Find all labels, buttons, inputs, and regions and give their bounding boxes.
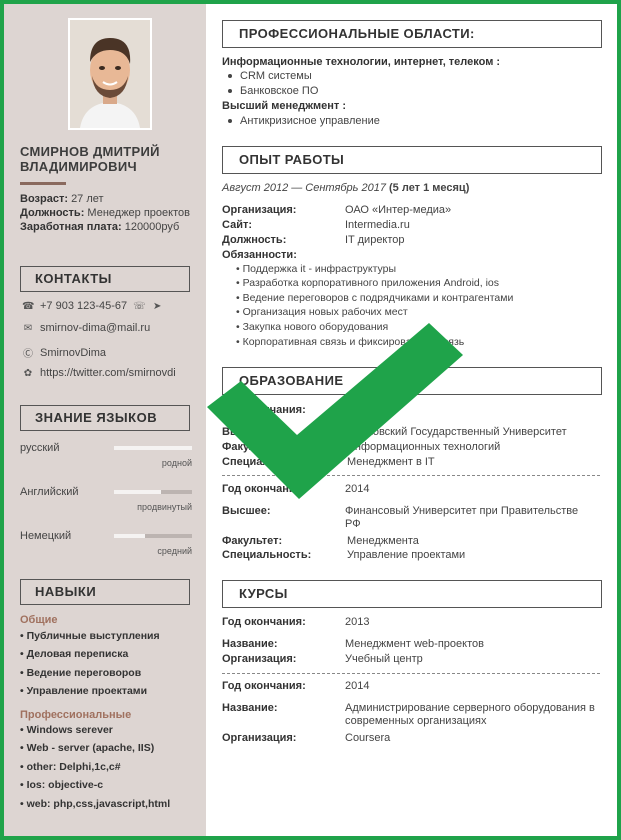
site-value[interactable]: Intermedia.ru xyxy=(345,219,410,231)
skype-value: SmirnovDima xyxy=(40,346,107,359)
age-label: Возраст: xyxy=(20,193,68,205)
salary-label: Заработная плата: xyxy=(20,221,122,233)
skill-item: • Ведение переговоров xyxy=(20,667,142,679)
org-label: Организация: xyxy=(222,204,297,216)
course-org-label: Организация: xyxy=(222,653,297,665)
duty-item: • Ведение переговоров с подрядчиками и к… xyxy=(236,292,514,304)
language-item: русский родной xyxy=(20,442,196,472)
areas-heading: ПРОФЕССИОНАЛЬНЫЕ ОБЛАСТИ: xyxy=(222,20,602,48)
skill-item: • other: Delphi,1c,c# xyxy=(20,761,121,773)
salary-value: 120000руб xyxy=(124,221,180,233)
skype-icon: Ⓒ xyxy=(23,349,33,360)
language-name: русский xyxy=(20,442,60,454)
course-name-label: Название: xyxy=(222,638,278,650)
course-year-label: Год окончания: xyxy=(222,680,306,692)
skill-item: • web: php,css,javascript,html xyxy=(20,798,171,810)
sidebar: СМИРНОВ ДМИТРИЙ ВЛАДИМИРОВИЧ Возраст: 27… xyxy=(4,4,206,836)
course-org-label: Организация: xyxy=(222,732,297,744)
language-bar xyxy=(114,534,192,538)
course-name-value: Менеджмент web-проектов xyxy=(345,638,484,650)
position-label: Должность: xyxy=(20,207,85,219)
checkmark-icon xyxy=(207,323,463,499)
name-accent-line xyxy=(20,182,66,185)
skill-item: • Windows serever xyxy=(20,724,113,736)
area-group-title: Информационные технологии, интернет, тел… xyxy=(222,56,501,68)
skill-item: • Web - server (apache, IIS) xyxy=(20,742,155,754)
language-item: Немецкий средний xyxy=(20,530,196,560)
skill-item: • Ios: objective-c xyxy=(20,779,104,791)
skills-general-title: Общие xyxy=(20,614,58,626)
language-name: Немецкий xyxy=(20,530,72,542)
phone-value: +7 903 123-45-67 xyxy=(40,300,128,312)
course-year-value: 2014 xyxy=(345,680,370,692)
twitter-value: https://twitter.com/smirnovdi xyxy=(40,367,176,379)
skills-pro-title: Профессиональные xyxy=(20,709,132,721)
area-item: Антикризисное управление xyxy=(228,115,380,127)
contact-twitter[interactable]: ✿ https://twitter.com/smirnovdi xyxy=(22,367,176,379)
whatsapp-icon: ☏ xyxy=(133,300,146,312)
skill-item: • Публичные выступления xyxy=(20,630,160,642)
course-name-value: Администрирование серверного оборудовани… xyxy=(345,702,595,727)
area-item: CRM системы xyxy=(228,70,312,82)
contacts-heading: КОНТАКТЫ xyxy=(20,266,190,292)
area-group-title: Высший менеджмент : xyxy=(222,100,347,112)
edu-faculty-value: Менеджмента xyxy=(347,535,419,547)
personal-info: Возраст: 27 лет Должность: Менеджер прое… xyxy=(20,192,200,234)
candidate-name: СМИРНОВ ДМИТРИЙ ВЛАДИМИРОВИЧ xyxy=(20,144,200,174)
language-item: Английский продвинутый xyxy=(20,486,196,516)
divider xyxy=(222,673,600,674)
skill-item: • Управление проектами xyxy=(20,685,148,697)
twitter-icon: ✿ xyxy=(23,367,33,379)
edu-type-label: Высшее: xyxy=(222,505,271,517)
skills-heading: НАВЫКИ xyxy=(20,579,190,605)
language-level: продвинутый xyxy=(137,502,192,512)
contact-email[interactable]: ✉ smirnov-dima@mail.ru xyxy=(22,322,150,334)
duty-item: • Разработка корпоративного приложения A… xyxy=(236,277,500,289)
language-bar xyxy=(114,446,192,450)
org-value: ОАО «Интер-медиа» xyxy=(345,204,452,216)
language-bar xyxy=(114,490,192,494)
experience-period: Август 2012 — Сентябрь 2017 (5 лет 1 мес… xyxy=(222,182,470,194)
telegram-icon: ➤ xyxy=(152,300,162,312)
profile-photo xyxy=(68,18,152,130)
contact-skype[interactable]: Ⓒ SmirnovDima xyxy=(22,345,107,361)
language-level: родной xyxy=(161,458,192,468)
edu-spec-label: Специальность: xyxy=(222,549,312,561)
contact-phone[interactable]: ☎ +7 903 123-45-67 ☏ ➤ xyxy=(22,300,163,312)
duties-label: Обязанности: xyxy=(222,249,297,261)
site-label: Сайт: xyxy=(222,219,253,231)
name-line-1: СМИРНОВ ДМИТРИЙ xyxy=(20,144,160,159)
job-position-value: IT директор xyxy=(345,234,405,246)
languages-heading: ЗНАНИЕ ЯЗЫКОВ xyxy=(20,405,190,431)
course-year-value: 2013 xyxy=(345,616,370,628)
email-value: smirnov-dima@mail.ru xyxy=(40,322,151,334)
courses-heading: КУРСЫ xyxy=(222,580,602,608)
language-level: средний xyxy=(157,546,192,556)
edu-type-value: Финансовый Университет при Правительстве… xyxy=(345,505,579,530)
age-value: 27 лет xyxy=(71,193,104,205)
position-value: Менеджер проектов xyxy=(87,207,190,219)
duty-item: • Поддержка it - инфраструктуры xyxy=(236,263,397,275)
skill-item: • Деловая переписка xyxy=(20,648,129,660)
course-name-label: Название: xyxy=(222,702,278,714)
edu-faculty-label: Факультет: xyxy=(222,535,283,547)
area-item: Банковское ПО xyxy=(228,85,318,97)
course-year-label: Год окончания: xyxy=(222,616,306,628)
language-name: Английский xyxy=(20,486,79,498)
experience-heading: ОПЫТ РАБОТЫ xyxy=(222,146,602,174)
course-org-value: Coursera xyxy=(345,732,391,744)
edu-spec-value: Управление проектами xyxy=(347,549,466,561)
course-org-value: Учебный центр xyxy=(345,653,423,665)
name-line-2: ВЛАДИМИРОВИЧ xyxy=(20,159,137,174)
phone-icon: ☎ xyxy=(22,300,35,312)
job-position-label: Должность: xyxy=(222,234,287,246)
email-icon: ✉ xyxy=(23,322,33,334)
